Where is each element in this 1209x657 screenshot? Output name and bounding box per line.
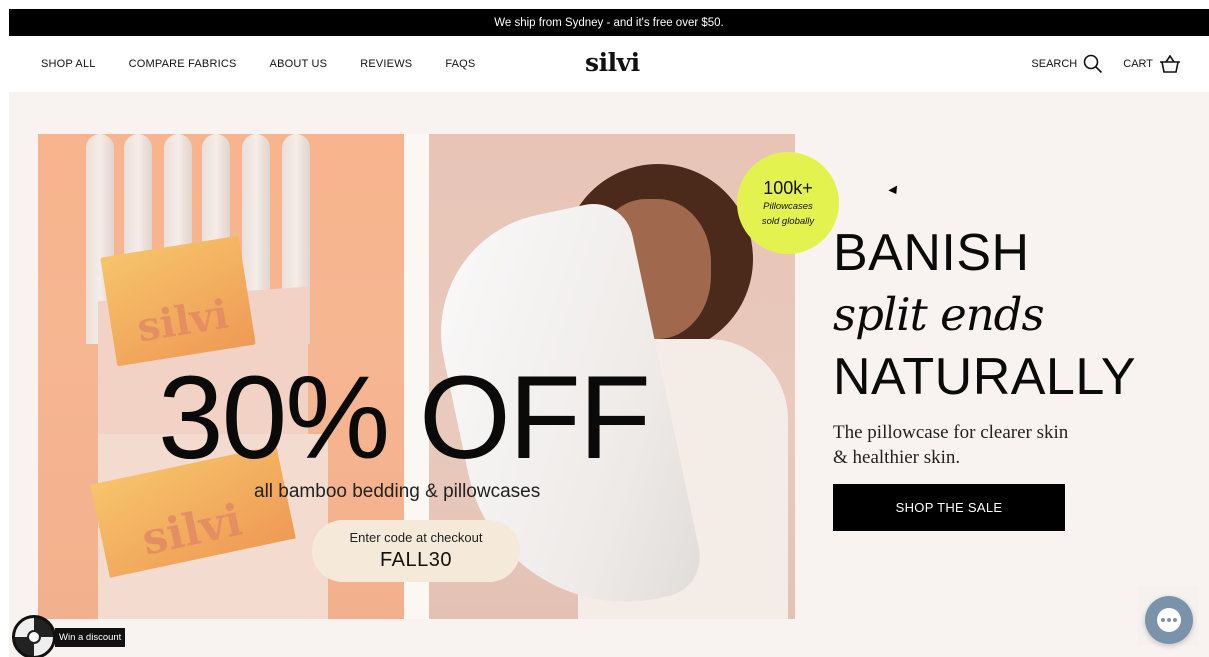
sold-badge: 100k+ Pillowcases sold globally xyxy=(737,152,839,254)
search-icon xyxy=(1083,54,1103,74)
site-header: SHOP ALL COMPARE FABRICS ABOUT US REVIEW… xyxy=(9,36,1209,92)
hero-description: The pillowcase for clearer skin & health… xyxy=(833,420,1073,470)
badge-line-2: sold globally xyxy=(761,215,815,227)
hero-title-line-1: BANISH xyxy=(833,224,1030,282)
nav-compare-fabrics[interactable]: COMPARE FABRICS xyxy=(129,58,237,70)
promo-code: FALL30 xyxy=(380,549,452,571)
badge-count: 100k+ xyxy=(763,177,813,198)
promo-code-pill: Enter code at checkout FALL30 xyxy=(312,520,520,582)
search-button[interactable]: SEARCH xyxy=(1031,54,1103,74)
chat-button[interactable] xyxy=(1145,596,1193,644)
cart-label: CART xyxy=(1123,58,1153,70)
badge-line-1: Pillowcases xyxy=(763,200,813,212)
box-brand-text: silvi xyxy=(134,290,232,352)
announcement-bar: We ship from Sydney - and it's free over… xyxy=(9,9,1209,36)
header-actions: SEARCH CART xyxy=(1019,36,1181,92)
win-discount-label[interactable]: Win a discount xyxy=(55,628,126,647)
hero-description-line-1: The pillowcase for clearer skin xyxy=(833,422,1069,443)
basket-icon xyxy=(1160,55,1180,73)
site-logo[interactable]: silvi xyxy=(585,48,640,77)
chat-bubble-icon xyxy=(1157,608,1181,632)
nav-faqs[interactable]: FAQS xyxy=(445,58,475,70)
search-label: SEARCH xyxy=(1031,58,1078,70)
main-nav: SHOP ALL COMPARE FABRICS ABOUT US REVIEW… xyxy=(41,36,508,92)
hero-copy: BANISH split ends NATURALLY The pillowca… xyxy=(833,222,1136,470)
promo-subheadline: all bamboo bedding & pillowcases xyxy=(254,481,541,502)
nav-reviews[interactable]: REVIEWS xyxy=(360,58,412,70)
hero-title-line-2: split ends xyxy=(833,288,1045,341)
promo-code-label: Enter code at checkout xyxy=(349,530,483,545)
hero-title-line-3: NATURALLY xyxy=(833,348,1137,406)
hero-description-line-2: & healthier skin. xyxy=(833,447,961,468)
cart-button[interactable]: CART xyxy=(1123,55,1181,73)
nav-about-us[interactable]: ABOUT US xyxy=(270,58,328,70)
announcement-text: We ship from Sydney - and it's free over… xyxy=(494,16,724,29)
shop-the-sale-button[interactable]: SHOP THE SALE xyxy=(833,484,1065,531)
product-box: silvi xyxy=(100,235,256,367)
promo-headline: 30% OFF xyxy=(158,352,651,484)
discount-wheel-icon[interactable] xyxy=(12,615,56,657)
nav-shop-all[interactable]: SHOP ALL xyxy=(41,58,96,70)
